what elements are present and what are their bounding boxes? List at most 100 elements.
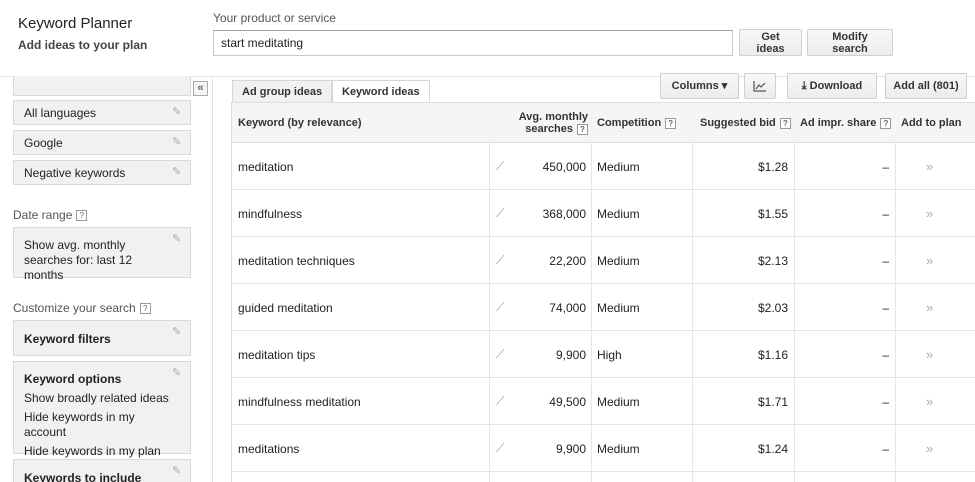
table-header: Keyword (by relevance) Avg. monthly sear… [232,103,975,143]
page-subtitle: Add ideas to your plan [18,38,148,52]
col-keyword-header[interactable]: Keyword (by relevance) [238,103,362,143]
sidebar-item-keyword-filters[interactable]: Keyword filters ✎ [13,320,191,356]
help-icon[interactable]: ? [577,123,588,135]
product-label: Your product or service [213,11,336,25]
pencil-icon: ✎ [172,326,182,338]
sidebar-item-label: Negative keywords [24,166,126,180]
keyword-option-line: Hide keywords in my plan [24,444,161,458]
add-to-plan-icon[interactable]: » [926,190,933,237]
searches-cell: 9,900 [555,347,586,362]
date-range-heading: Date range? [13,208,88,222]
tab-keyword-ideas[interactable]: Keyword ideas [332,80,430,104]
keyword-cell[interactable]: meditation techniques [238,237,355,284]
competition-cell: Medium [597,394,640,409]
keyword-table: Keyword (by relevance) Avg. monthly sear… [231,102,975,482]
competition-header-label: Competition [597,117,662,129]
help-icon[interactable]: ? [76,210,88,222]
help-icon[interactable]: ? [779,117,791,129]
impr-cell: – [882,441,889,456]
chart-icon[interactable] [744,73,776,99]
competition-cell: Medium [597,253,640,268]
keyword-cell[interactable]: meditation [238,143,293,190]
date-range-label: Date range [13,208,73,222]
help-icon[interactable]: ? [665,117,677,129]
col-competition-header[interactable]: Competition? [597,103,677,143]
bid-cell: $2.13 [757,253,788,268]
customize-heading: Customize your search? [13,301,151,315]
keyword-filters-label: Keyword filters [24,332,111,346]
competition-cell: Medium [597,441,640,456]
keyword-option-line: Show broadly related ideas [24,391,169,405]
download-label: Download [809,80,863,92]
keyword-cell[interactable]: meditations [238,425,299,472]
trend-icon[interactable]: ⟋ [496,425,504,472]
impr-cell: – [882,394,889,409]
table-row: meditation tips ⟋ 9,900 High $1.16 – » [232,331,975,378]
trend-icon[interactable]: ⟋ [496,284,504,331]
add-to-plan-icon[interactable]: » [926,331,933,378]
add-to-plan-icon[interactable]: » [926,378,933,425]
columns-button[interactable]: Columns ▾ [660,73,739,99]
get-ideas-button[interactable]: Get ideas [739,29,802,56]
keyword-cell[interactable]: mindfulness [238,190,302,237]
bid-cell: $1.28 [757,159,788,174]
table-row: mindfulness ⟋ 368,000 Medium $1.55 – » [232,190,975,237]
searches-cell: 368,000 [542,206,586,221]
trend-icon[interactable]: ⟋ [496,143,504,190]
sidebar-item-label: Google [24,136,63,150]
add-to-plan-icon[interactable]: » [926,143,933,190]
help-icon[interactable]: ? [880,117,892,129]
competition-cell: Medium [597,206,640,221]
bid-cell: $1.71 [757,394,788,409]
col-bid-header[interactable]: Suggested bid? [700,103,791,143]
keyword-cell[interactable]: meditation tips [238,331,315,378]
impr-cell: – [882,253,889,268]
sidebar-item-keyword-options[interactable]: Keyword options Show broadly related ide… [13,361,191,458]
add-to-plan-icon[interactable]: » [926,237,933,284]
trend-icon[interactable]: ⟋ [496,378,504,425]
table-row: mindfulness meditation ⟋ 49,500 Medium $1.71… [232,378,975,425]
searches-cell: 9,900 [555,441,586,456]
add-to-plan-icon[interactable]: » [926,425,933,472]
page-title: Keyword Planner [18,15,133,32]
keyword-cell[interactable]: mindfulness meditation [238,378,361,425]
table-row: meditation techniques ⟋ 22,200 Medium $2.13 –… [232,237,975,284]
table-row: meditations ⟋ 9,900 Medium $1.24 – » [232,425,975,472]
download-button[interactable]: ⤓ Download [787,73,877,99]
competition-cell: High [597,347,622,362]
add-to-plan-icon[interactable]: » [926,284,933,331]
impr-cell: – [882,206,889,221]
keyword-option-line: Hide keywords in my account [24,410,135,439]
table-row: guided meditation ⟋ 74,000 Medium $2.03 – » [232,284,975,331]
sidebar-item-negative-keywords[interactable]: Negative keywords ✎ [13,160,191,185]
trend-icon[interactable]: ⟋ [496,237,504,284]
bid-cell: $1.16 [757,347,788,362]
pencil-icon: ✎ [172,166,182,178]
table-row: meditation ⟋ 450,000 Medium $1.28 – » [232,143,975,190]
col-impr-header[interactable]: Ad impr. share? [800,103,892,143]
competition-cell: Medium [597,159,640,174]
sidebar-item-label: All languages [24,106,97,120]
searches-cell: 450,000 [542,159,586,174]
keyword-cell[interactable]: guided meditation [238,284,333,331]
add-all-button[interactable]: Add all (801) [885,73,967,99]
sidebar-item-language[interactable]: All languages ✎ [13,100,191,125]
trend-icon[interactable]: ⟋ [496,190,504,237]
product-search-input[interactable] [213,30,733,56]
pencil-icon: ✎ [172,136,182,148]
help-icon[interactable]: ? [139,303,151,315]
sidebar-item-date-range[interactable]: Show avg. monthly searches for: last 12 … [13,227,191,282]
bid-cell: $1.24 [757,441,788,456]
sidebar-item-keywords-to-include[interactable]: Keywords to include ✎ [13,459,191,482]
searches-header-line2: searches [525,123,573,135]
trend-icon[interactable]: ⟋ [496,331,504,378]
searches-cell: 22,200 [549,253,586,268]
col-searches-header[interactable]: Avg. monthly searches? [504,103,588,143]
sidebar-location-box[interactable] [13,76,191,96]
modify-search-button[interactable]: Modify search [807,29,893,56]
sidebar-item-network[interactable]: Google ✎ [13,130,191,155]
keywords-to-include-label: Keywords to include [24,471,142,482]
tab-ad-group-ideas[interactable]: Ad group ideas [232,80,333,103]
date-range-value: Show avg. monthly searches for: last 12 … [24,238,133,282]
collapse-sidebar-button[interactable]: « [193,81,208,96]
